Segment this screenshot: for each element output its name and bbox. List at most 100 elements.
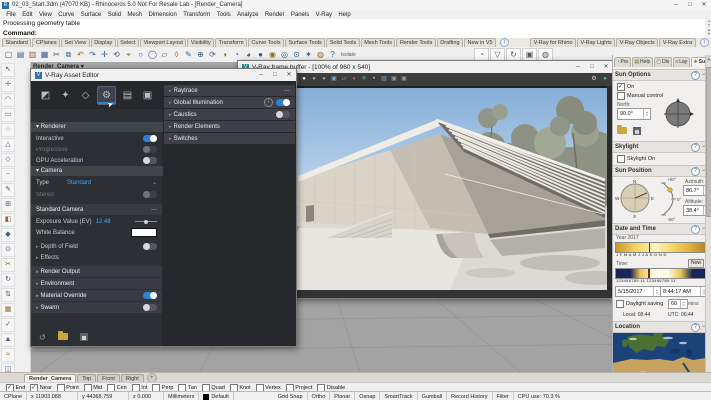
toolbar-icon[interactable]: ◑ bbox=[219, 49, 230, 60]
minimize-button[interactable]: ─ bbox=[669, 0, 683, 10]
month-slider[interactable] bbox=[615, 242, 706, 253]
raytrace-row[interactable]: ▸ Raytrace — bbox=[164, 85, 295, 96]
panel-icon[interactable]: ▣ bbox=[390, 75, 398, 84]
toolbar-tab[interactable]: Mesh Tools bbox=[361, 38, 396, 47]
toolbar-tab[interactable]: Drafting bbox=[437, 38, 463, 47]
camera-section-header[interactable]: ▾ Camera bbox=[31, 166, 167, 176]
open-folder-icon[interactable] bbox=[58, 333, 68, 340]
vray-toolbar-tab[interactable]: V-Ray Extra bbox=[659, 38, 695, 47]
toolbar-icon[interactable]: ▢ bbox=[3, 49, 14, 60]
north-compass[interactable] bbox=[661, 97, 695, 131]
toolbar-icon[interactable]: ✂ bbox=[51, 49, 62, 60]
white-balance-swatch[interactable] bbox=[131, 228, 157, 237]
sidebar-scrollbar[interactable]: ▴ ▾ bbox=[705, 55, 711, 380]
depth-of-field-toggle[interactable] bbox=[143, 243, 157, 250]
toolbar-tab[interactable]: Set View bbox=[61, 38, 90, 47]
toolbar-icon[interactable]: ● bbox=[255, 49, 266, 60]
toolbar-icon[interactable]: ↷ bbox=[87, 49, 98, 60]
render-tab-icon[interactable]: ▣ bbox=[139, 87, 156, 104]
vray-toolbar-tab[interactable]: V-Ray for Rhino bbox=[530, 38, 576, 47]
gpu-acceleration-toggle[interactable] bbox=[143, 157, 157, 164]
status-toggle-button[interactable]: SmartTrack bbox=[380, 392, 417, 400]
toolbar-icon[interactable]: ↶ bbox=[75, 49, 86, 60]
scrollbar-thumb[interactable] bbox=[706, 67, 711, 217]
alpha-channel-icon[interactable]: ● bbox=[300, 75, 308, 84]
toolbar-tab[interactable]: Viewport Layout bbox=[140, 38, 186, 47]
toolbar-tab[interactable]: Surface Tools bbox=[285, 38, 325, 47]
palette-tool-icon[interactable]: ~ bbox=[1, 168, 15, 182]
close-button[interactable]: ✕ bbox=[697, 0, 711, 10]
render-output-row[interactable]: ▸ Render Output bbox=[31, 266, 162, 277]
render-elements-row[interactable]: ▸ Render Elements bbox=[164, 121, 295, 132]
vray-toolbar-tab[interactable]: V-Ray Lights bbox=[577, 38, 615, 47]
toolbar-icon[interactable]: ◍ bbox=[315, 49, 326, 60]
caustics-toggle[interactable] bbox=[276, 111, 290, 118]
toolbar-icon[interactable]: ◯ bbox=[147, 49, 158, 60]
settings-gear-icon[interactable]: ⚙ bbox=[590, 75, 598, 84]
panel-icon[interactable]: ▣ bbox=[400, 75, 408, 84]
progressive-toggle[interactable] bbox=[143, 146, 157, 153]
status-toggle-button[interactable]: Ortho bbox=[308, 392, 331, 400]
manual-control-checkbox[interactable]: Manual control bbox=[617, 92, 663, 100]
status-toggle-button[interactable]: Planar bbox=[330, 392, 355, 400]
checkbox[interactable] bbox=[617, 155, 625, 163]
palette-tool-icon[interactable]: ⊞ bbox=[1, 198, 15, 212]
help-icon[interactable]: ? bbox=[691, 143, 700, 152]
toolbar-tab[interactable]: Standard bbox=[2, 38, 31, 47]
revert-icon[interactable]: ↺ bbox=[39, 333, 46, 342]
help-icon[interactable]: ● bbox=[601, 75, 609, 84]
isolate-button[interactable]: Isolate bbox=[341, 52, 356, 58]
swarm-toggle[interactable] bbox=[143, 304, 157, 311]
menu-item[interactable]: Solid bbox=[105, 12, 125, 18]
geometry-tab-icon[interactable]: ◇ bbox=[77, 87, 94, 104]
palette-tool-icon[interactable]: ◠ bbox=[1, 93, 15, 107]
materials-tab-icon[interactable]: ◩ bbox=[37, 87, 54, 104]
help-icon[interactable]: ? bbox=[691, 225, 700, 234]
menu-item[interactable]: Dimension bbox=[145, 12, 180, 18]
toolbar-icon[interactable]: ⊕ bbox=[195, 49, 206, 60]
menu-item[interactable]: Tools bbox=[214, 12, 234, 18]
chevron-down-icon[interactable]: ⌄ bbox=[152, 179, 157, 186]
time-slider[interactable] bbox=[615, 268, 706, 279]
palette-tool-icon[interactable]: ○ bbox=[1, 123, 15, 137]
spinner[interactable]: ▴▾ bbox=[680, 300, 687, 308]
material-override-toggle[interactable] bbox=[143, 292, 157, 299]
toolbar-tab[interactable]: Display bbox=[91, 38, 116, 47]
toolbar-icon[interactable]: ⧉ bbox=[63, 49, 74, 60]
palette-tool-icon[interactable]: ▲ bbox=[1, 333, 15, 347]
track-mouse-icon[interactable]: ✛ bbox=[360, 75, 368, 84]
scroll-up-icon[interactable]: ▴ bbox=[706, 55, 711, 62]
open-folder-icon[interactable] bbox=[617, 127, 627, 134]
help-icon[interactable]: ? bbox=[691, 167, 700, 176]
palette-tool-icon[interactable]: ⊙ bbox=[1, 243, 15, 257]
date-input[interactable]: 5/15/2017 ▴▾ bbox=[615, 286, 661, 297]
toolbar-icon[interactable]: ⊙ bbox=[291, 49, 302, 60]
checkbox[interactable] bbox=[616, 300, 624, 308]
help-icon[interactable]: ? bbox=[691, 323, 700, 332]
vray-toolbar-tab[interactable]: V-Ray Objects bbox=[616, 38, 658, 47]
palette-tool-icon[interactable]: ✎ bbox=[1, 183, 15, 197]
maximize-button[interactable]: □ bbox=[268, 69, 282, 81]
status-toggle-button[interactable]: Filter bbox=[493, 392, 514, 400]
interactive-toggle[interactable] bbox=[143, 135, 157, 142]
palette-tool-icon[interactable]: ▦ bbox=[1, 303, 15, 317]
toolbar-icon[interactable]: ◔ bbox=[231, 49, 242, 60]
toolbar-icon[interactable]: ▱ bbox=[159, 49, 170, 60]
toolbar-tab[interactable]: Transform bbox=[215, 38, 247, 47]
swarm-row[interactable]: ▸ Swarm bbox=[31, 302, 162, 313]
cplane-button[interactable]: CPlane bbox=[0, 392, 27, 400]
global-illumination-row[interactable]: ▸ Global Illumination i bbox=[164, 97, 295, 108]
sidebar-tab[interactable]: ◔ Pro bbox=[614, 57, 631, 67]
render-stop-icon[interactable]: ● bbox=[350, 75, 358, 84]
menu-item[interactable]: Edit bbox=[19, 12, 36, 18]
toolbar-icon[interactable]: ? bbox=[327, 49, 338, 60]
skylight-on-checkbox[interactable]: Skylight On bbox=[617, 155, 655, 163]
menu-item[interactable]: Curve bbox=[55, 12, 77, 18]
channel-icon[interactable]: ● bbox=[320, 75, 328, 84]
spinner[interactable]: ▴▾ bbox=[643, 109, 650, 119]
region-render-icon[interactable]: ▤ bbox=[380, 75, 388, 84]
toolbar-tab[interactable]: Curve Tools bbox=[248, 38, 284, 47]
time-marker[interactable] bbox=[648, 269, 650, 278]
renderer-section-header[interactable]: ▾ Renderer bbox=[31, 122, 167, 132]
toolbar-icon[interactable]: ◕ bbox=[243, 49, 254, 60]
